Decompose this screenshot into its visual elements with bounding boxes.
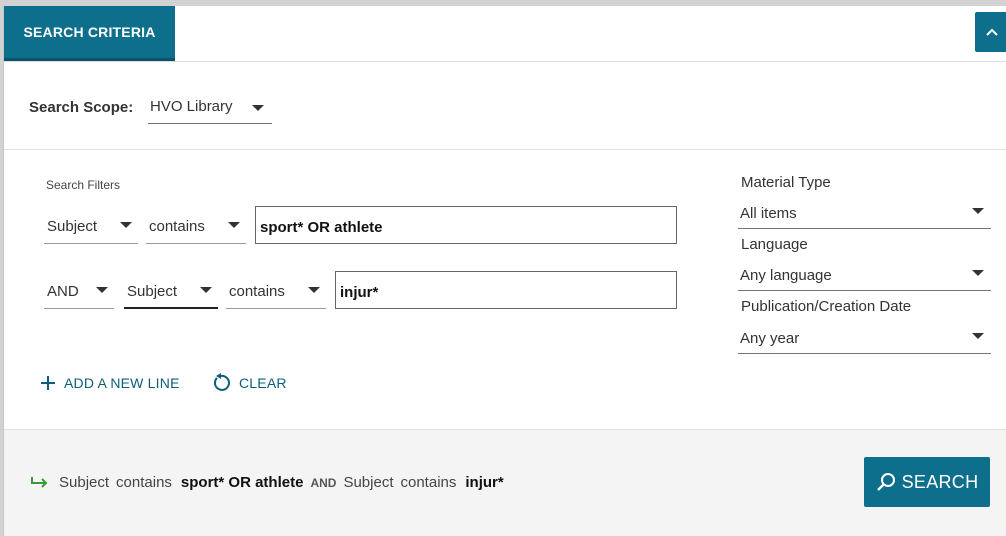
boolean-value: AND [47,283,79,300]
search-button-label: SEARCH [901,471,979,492]
operator-value: contains [229,283,285,300]
date-select[interactable]: Any year [738,324,991,354]
chevron-down-icon [120,222,132,228]
boolean-select-row2[interactable]: AND [44,271,114,309]
field-value: Subject [127,283,178,300]
field-select-row2[interactable]: Subject [124,271,218,309]
search-filters-title: Search Filters [46,178,121,192]
field-select-row1[interactable]: Subject [44,206,138,244]
search-term-input-row2[interactable]: injur* [335,271,677,309]
chevron-down-icon [972,333,984,339]
summary-value: sport* OR athlete [180,474,304,491]
material-type-label: Material Type [741,174,831,191]
chevron-down-icon [200,287,212,293]
plus-icon [41,376,55,390]
summary-boolean: AND [310,476,337,490]
summary-field: Subject [59,474,110,491]
search-term-input-row1[interactable]: sport* OR athlete [255,206,677,244]
summary-operator: contains [116,474,172,491]
clear-label: CLEAR [239,375,287,391]
material-type-select[interactable]: All items [738,199,991,229]
date-value: Any year [740,330,800,347]
add-new-line-button[interactable]: ADD A NEW LINE [40,372,180,394]
search-icon [876,473,895,491]
field-value: Subject [47,218,98,235]
summary-value: injur* [465,474,504,491]
add-new-line-label: ADD A NEW LINE [64,375,180,391]
chevron-down-icon [972,270,984,276]
scope-value: HVO Library [150,98,233,115]
search-footer: Subject contains sport* OR athlete AND S… [4,429,1006,536]
reset-icon [214,373,230,391]
language-select[interactable]: Any language [738,261,991,291]
chevron-down-icon [972,208,984,214]
language-label: Language [741,236,808,253]
operator-select-row2[interactable]: contains [226,271,326,309]
collapse-button[interactable] [975,12,1006,52]
query-summary: Subject contains sport* OR athlete AND S… [30,474,511,491]
tab-search-criteria[interactable]: SEARCH CRITERIA [4,6,175,61]
language-value: Any language [740,267,832,284]
chevron-down-icon [308,287,320,293]
chevron-down-icon [228,222,240,228]
operator-value: contains [149,218,205,235]
material-type-value: All items [740,205,797,222]
scope-select[interactable]: HVO Library [148,92,272,124]
search-button[interactable]: SEARCH [864,457,990,507]
operator-select-row1[interactable]: contains [146,206,246,244]
date-label: Publication/Creation Date [741,298,912,315]
tab-bar: SEARCH CRITERIA [4,6,1006,62]
summary-operator: contains [400,474,457,491]
arrow-right-icon [31,476,48,488]
scope-label: Search Scope: [29,99,134,116]
search-criteria-panel: SEARCH CRITERIA Search Scope: HVO Librar… [3,6,1006,536]
chevron-down-icon [96,287,108,293]
search-scope-row: Search Scope: HVO Library [4,62,1006,150]
chevron-up-icon [986,28,998,36]
summary-field: Subject [343,474,394,491]
clear-button[interactable]: CLEAR [211,372,287,394]
chevron-down-icon [252,105,264,111]
